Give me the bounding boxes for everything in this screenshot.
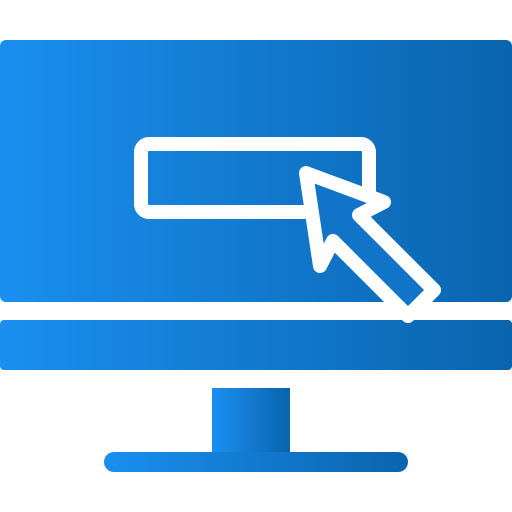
monitor-bezel	[0, 320, 512, 370]
monitor-stand-icon	[104, 452, 408, 472]
monitor-screen-icon	[0, 40, 512, 302]
computer-click-icon	[0, 40, 512, 472]
monitor-stand-neck	[212, 388, 290, 454]
icon-canvas	[0, 0, 512, 512]
